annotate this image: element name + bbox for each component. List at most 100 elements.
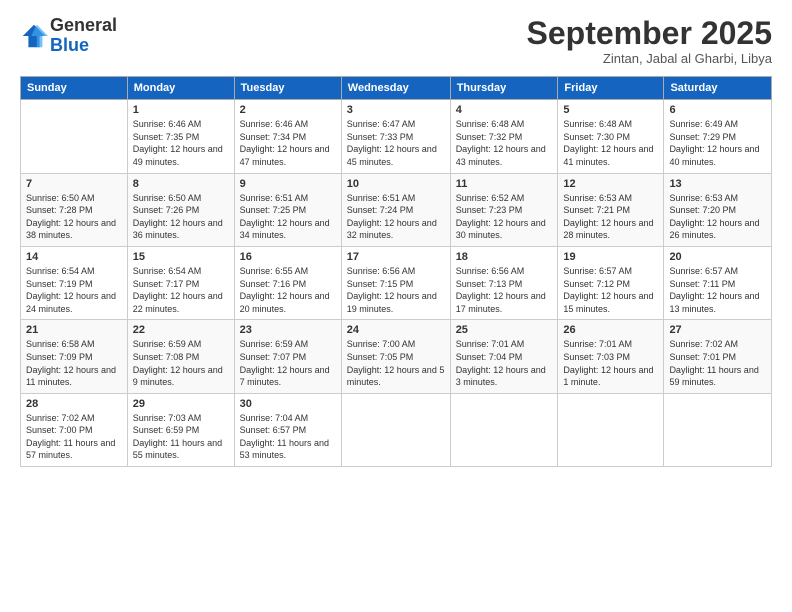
day-info: Sunrise: 6:53 AM Sunset: 7:20 PM Dayligh…: [669, 192, 766, 242]
col-saturday: Saturday: [664, 77, 772, 100]
col-wednesday: Wednesday: [341, 77, 450, 100]
calendar-table: Sunday Monday Tuesday Wednesday Thursday…: [20, 76, 772, 467]
col-tuesday: Tuesday: [234, 77, 341, 100]
day-info: Sunrise: 6:58 AM Sunset: 7:09 PM Dayligh…: [26, 338, 122, 388]
logo-general: General: [50, 16, 117, 36]
calendar-cell: 1 Sunrise: 6:46 AM Sunset: 7:35 PM Dayli…: [127, 100, 234, 173]
day-info: Sunrise: 6:50 AM Sunset: 7:26 PM Dayligh…: [133, 192, 229, 242]
logo-text: General Blue: [50, 16, 117, 56]
calendar-cell: 27 Sunrise: 7:02 AM Sunset: 7:01 PM Dayl…: [664, 320, 772, 393]
day-number: 7: [26, 178, 122, 190]
calendar-cell: [558, 393, 664, 466]
calendar-cell: 26 Sunrise: 7:01 AM Sunset: 7:03 PM Dayl…: [558, 320, 664, 393]
day-number: 28: [26, 398, 122, 410]
day-number: 21: [26, 324, 122, 336]
calendar-cell: 12 Sunrise: 6:53 AM Sunset: 7:21 PM Dayl…: [558, 173, 664, 246]
day-info: Sunrise: 6:51 AM Sunset: 7:25 PM Dayligh…: [240, 192, 336, 242]
logo-blue: Blue: [50, 36, 117, 56]
calendar-cell: 18 Sunrise: 6:56 AM Sunset: 7:13 PM Dayl…: [450, 246, 558, 319]
day-number: 16: [240, 251, 336, 263]
day-info: Sunrise: 7:00 AM Sunset: 7:05 PM Dayligh…: [347, 338, 445, 388]
day-number: 6: [669, 104, 766, 116]
calendar-week-row: 21 Sunrise: 6:58 AM Sunset: 7:09 PM Dayl…: [21, 320, 772, 393]
calendar-cell: 4 Sunrise: 6:48 AM Sunset: 7:32 PM Dayli…: [450, 100, 558, 173]
day-info: Sunrise: 6:46 AM Sunset: 7:34 PM Dayligh…: [240, 118, 336, 168]
day-number: 8: [133, 178, 229, 190]
calendar-cell: 14 Sunrise: 6:54 AM Sunset: 7:19 PM Dayl…: [21, 246, 128, 319]
calendar-week-row: 1 Sunrise: 6:46 AM Sunset: 7:35 PM Dayli…: [21, 100, 772, 173]
month-title: September 2025: [527, 16, 772, 51]
calendar-cell: [21, 100, 128, 173]
day-number: 24: [347, 324, 445, 336]
day-number: 3: [347, 104, 445, 116]
day-number: 19: [563, 251, 658, 263]
day-info: Sunrise: 6:48 AM Sunset: 7:32 PM Dayligh…: [456, 118, 553, 168]
calendar-cell: 19 Sunrise: 6:57 AM Sunset: 7:12 PM Dayl…: [558, 246, 664, 319]
day-info: Sunrise: 7:04 AM Sunset: 6:57 PM Dayligh…: [240, 412, 336, 462]
day-number: 10: [347, 178, 445, 190]
day-info: Sunrise: 6:51 AM Sunset: 7:24 PM Dayligh…: [347, 192, 445, 242]
day-number: 15: [133, 251, 229, 263]
day-number: 29: [133, 398, 229, 410]
calendar-cell: 21 Sunrise: 6:58 AM Sunset: 7:09 PM Dayl…: [21, 320, 128, 393]
calendar-week-row: 7 Sunrise: 6:50 AM Sunset: 7:28 PM Dayli…: [21, 173, 772, 246]
day-info: Sunrise: 7:01 AM Sunset: 7:04 PM Dayligh…: [456, 338, 553, 388]
day-info: Sunrise: 6:52 AM Sunset: 7:23 PM Dayligh…: [456, 192, 553, 242]
calendar-cell: 3 Sunrise: 6:47 AM Sunset: 7:33 PM Dayli…: [341, 100, 450, 173]
calendar-cell: 5 Sunrise: 6:48 AM Sunset: 7:30 PM Dayli…: [558, 100, 664, 173]
day-info: Sunrise: 6:46 AM Sunset: 7:35 PM Dayligh…: [133, 118, 229, 168]
calendar-cell: [450, 393, 558, 466]
calendar-cell: 9 Sunrise: 6:51 AM Sunset: 7:25 PM Dayli…: [234, 173, 341, 246]
day-number: 26: [563, 324, 658, 336]
day-info: Sunrise: 6:54 AM Sunset: 7:17 PM Dayligh…: [133, 265, 229, 315]
calendar-cell: 6 Sunrise: 6:49 AM Sunset: 7:29 PM Dayli…: [664, 100, 772, 173]
calendar-cell: 22 Sunrise: 6:59 AM Sunset: 7:08 PM Dayl…: [127, 320, 234, 393]
calendar-cell: 10 Sunrise: 6:51 AM Sunset: 7:24 PM Dayl…: [341, 173, 450, 246]
day-info: Sunrise: 7:03 AM Sunset: 6:59 PM Dayligh…: [133, 412, 229, 462]
day-info: Sunrise: 7:02 AM Sunset: 7:01 PM Dayligh…: [669, 338, 766, 388]
calendar-cell: 29 Sunrise: 7:03 AM Sunset: 6:59 PM Dayl…: [127, 393, 234, 466]
day-number: 13: [669, 178, 766, 190]
col-sunday: Sunday: [21, 77, 128, 100]
day-info: Sunrise: 6:56 AM Sunset: 7:13 PM Dayligh…: [456, 265, 553, 315]
calendar-cell: [664, 393, 772, 466]
day-info: Sunrise: 6:55 AM Sunset: 7:16 PM Dayligh…: [240, 265, 336, 315]
day-number: 18: [456, 251, 553, 263]
day-number: 27: [669, 324, 766, 336]
day-info: Sunrise: 6:56 AM Sunset: 7:15 PM Dayligh…: [347, 265, 445, 315]
day-number: 9: [240, 178, 336, 190]
title-area: September 2025 Zintan, Jabal al Gharbi, …: [527, 16, 772, 66]
col-monday: Monday: [127, 77, 234, 100]
calendar-cell: 17 Sunrise: 6:56 AM Sunset: 7:15 PM Dayl…: [341, 246, 450, 319]
calendar-cell: 23 Sunrise: 6:59 AM Sunset: 7:07 PM Dayl…: [234, 320, 341, 393]
calendar-cell: 7 Sunrise: 6:50 AM Sunset: 7:28 PM Dayli…: [21, 173, 128, 246]
day-info: Sunrise: 6:49 AM Sunset: 7:29 PM Dayligh…: [669, 118, 766, 168]
day-number: 1: [133, 104, 229, 116]
calendar-cell: 13 Sunrise: 6:53 AM Sunset: 7:20 PM Dayl…: [664, 173, 772, 246]
calendar-cell: 28 Sunrise: 7:02 AM Sunset: 7:00 PM Dayl…: [21, 393, 128, 466]
day-info: Sunrise: 6:47 AM Sunset: 7:33 PM Dayligh…: [347, 118, 445, 168]
day-number: 4: [456, 104, 553, 116]
calendar-cell: 25 Sunrise: 7:01 AM Sunset: 7:04 PM Dayl…: [450, 320, 558, 393]
calendar-cell: 8 Sunrise: 6:50 AM Sunset: 7:26 PM Dayli…: [127, 173, 234, 246]
day-info: Sunrise: 6:53 AM Sunset: 7:21 PM Dayligh…: [563, 192, 658, 242]
day-info: Sunrise: 6:57 AM Sunset: 7:11 PM Dayligh…: [669, 265, 766, 315]
day-number: 12: [563, 178, 658, 190]
calendar-cell: 24 Sunrise: 7:00 AM Sunset: 7:05 PM Dayl…: [341, 320, 450, 393]
day-info: Sunrise: 6:48 AM Sunset: 7:30 PM Dayligh…: [563, 118, 658, 168]
day-info: Sunrise: 6:59 AM Sunset: 7:07 PM Dayligh…: [240, 338, 336, 388]
calendar-cell: 30 Sunrise: 7:04 AM Sunset: 6:57 PM Dayl…: [234, 393, 341, 466]
col-friday: Friday: [558, 77, 664, 100]
calendar-cell: 15 Sunrise: 6:54 AM Sunset: 7:17 PM Dayl…: [127, 246, 234, 319]
day-info: Sunrise: 7:02 AM Sunset: 7:00 PM Dayligh…: [26, 412, 122, 462]
day-number: 20: [669, 251, 766, 263]
day-number: 22: [133, 324, 229, 336]
day-number: 17: [347, 251, 445, 263]
calendar-cell: 11 Sunrise: 6:52 AM Sunset: 7:23 PM Dayl…: [450, 173, 558, 246]
calendar-cell: [341, 393, 450, 466]
page: General Blue September 2025 Zintan, Jaba…: [0, 0, 792, 612]
day-info: Sunrise: 6:50 AM Sunset: 7:28 PM Dayligh…: [26, 192, 122, 242]
logo-icon: [20, 22, 48, 50]
col-thursday: Thursday: [450, 77, 558, 100]
calendar-week-row: 28 Sunrise: 7:02 AM Sunset: 7:00 PM Dayl…: [21, 393, 772, 466]
